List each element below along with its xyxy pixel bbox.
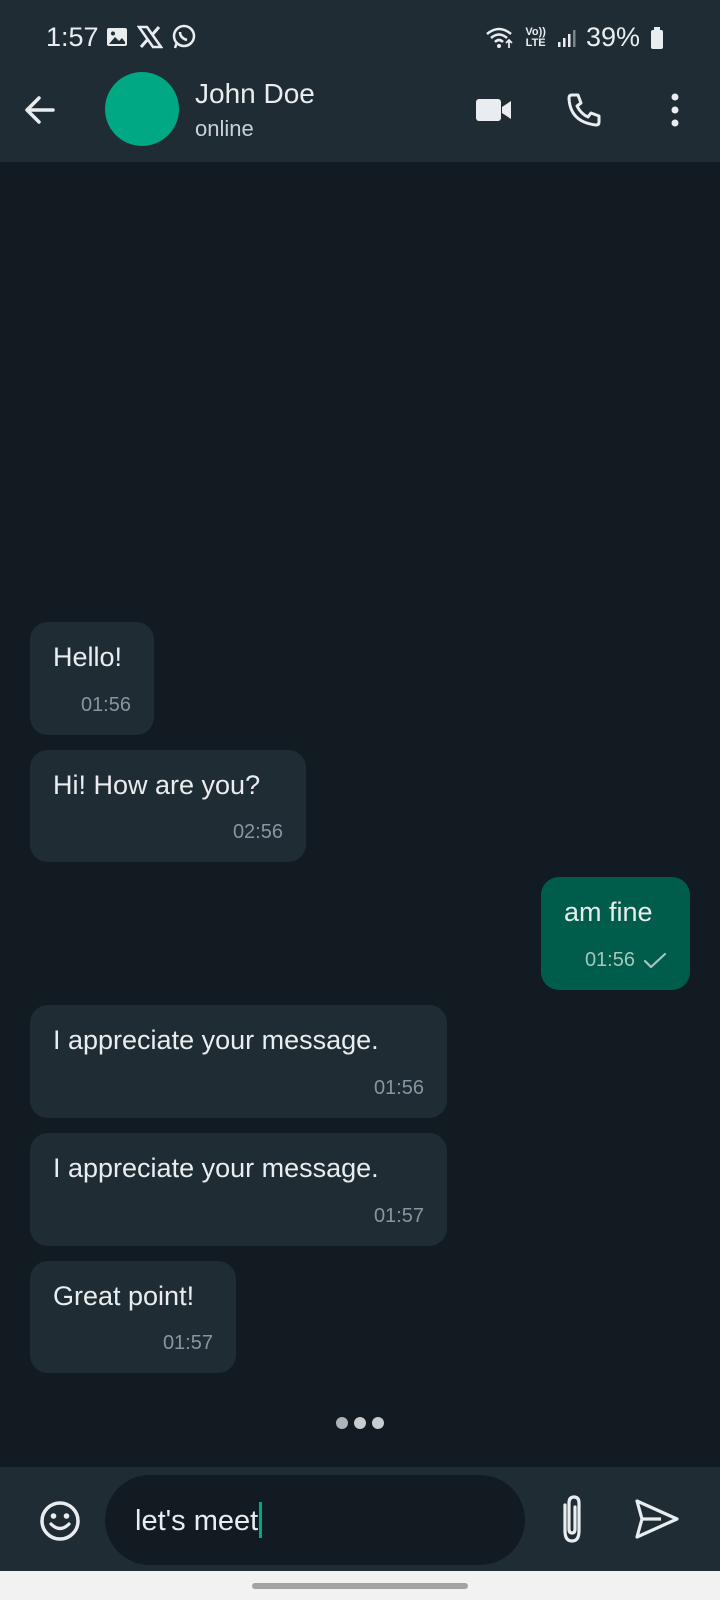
message-meta: 01:56 bbox=[374, 1077, 424, 1100]
typing-indicator bbox=[336, 1417, 384, 1429]
top-bar: 1:57 Vo)) LTE 39% John Doe online bbox=[0, 0, 720, 162]
message-bubble-outgoing[interactable]: am fine 01:56 bbox=[541, 877, 690, 990]
whatsapp-icon bbox=[172, 24, 196, 49]
chat-screen: 1:57 Vo)) LTE 39% John Doe online Hello!… bbox=[0, 0, 720, 1600]
message-time: 02:56 bbox=[232, 821, 283, 843]
contact-status: online bbox=[195, 116, 254, 141]
message-meta: 01:56 bbox=[585, 949, 667, 972]
system-icons: Vo)) LTE 39% bbox=[485, 22, 664, 53]
typing-dot bbox=[336, 1417, 348, 1429]
message-time: 01:57 bbox=[162, 1332, 213, 1354]
message-bubble-incoming[interactable]: I appreciate your message. 01:56 bbox=[30, 1005, 447, 1118]
gallery-icon bbox=[107, 28, 127, 46]
system-navigation-bar bbox=[0, 1571, 720, 1600]
battery-icon bbox=[651, 26, 663, 49]
send-button[interactable] bbox=[633, 1497, 681, 1541]
attach-button[interactable] bbox=[548, 1491, 596, 1547]
message-text: Great point! bbox=[53, 1281, 195, 1311]
message-time: 01:56 bbox=[373, 1077, 424, 1099]
more-vert-icon bbox=[671, 93, 679, 127]
status-bar: 1:57 Vo)) LTE 39% bbox=[0, 0, 720, 78]
message-meta: 01:57 bbox=[374, 1205, 424, 1228]
message-bubble-incoming[interactable]: Great point! 01:57 bbox=[30, 1261, 236, 1373]
message-input[interactable]: let's meet bbox=[105, 1475, 525, 1565]
message-time: 01:57 bbox=[373, 1205, 424, 1227]
voice-call-button[interactable] bbox=[560, 86, 608, 134]
video-call-button[interactable] bbox=[470, 86, 518, 134]
message-text: Hello! bbox=[53, 642, 123, 672]
typing-dot bbox=[354, 1417, 366, 1429]
message-text: Hi! How are you? bbox=[53, 770, 261, 800]
message-meta: 02:56 bbox=[233, 821, 283, 844]
message-meta: 01:56 bbox=[81, 694, 131, 717]
status-time: 1:57 bbox=[46, 22, 99, 52]
message-bubble-incoming[interactable]: Hi! How are you? 02:56 bbox=[30, 750, 306, 862]
message-bubble-incoming[interactable]: I appreciate your message. 01:57 bbox=[30, 1133, 447, 1246]
message-composer: let's meet bbox=[0, 1467, 720, 1571]
text-caret bbox=[259, 1502, 263, 1538]
send-icon bbox=[635, 1499, 679, 1539]
video-call-icon bbox=[476, 99, 511, 121]
message-text: I appreciate your message. bbox=[53, 1153, 379, 1183]
arrow-back-icon bbox=[25, 96, 55, 124]
emoji-icon bbox=[40, 1501, 80, 1541]
typing-dot bbox=[372, 1417, 384, 1429]
message-time: 01:56 bbox=[80, 694, 131, 716]
battery-percent: 39% bbox=[585, 22, 640, 52]
back-button[interactable] bbox=[18, 88, 62, 132]
more-options-button[interactable] bbox=[651, 86, 699, 134]
message-time: 01:56 bbox=[584, 949, 635, 971]
contact-name[interactable]: John Doe bbox=[195, 78, 315, 110]
volte-lte-indicator: Vo)) LTE bbox=[525, 25, 546, 49]
notification-icons bbox=[105, 24, 197, 50]
chat-app-bar: John Doe online bbox=[0, 70, 720, 162]
message-text: I appreciate your message. bbox=[53, 1025, 379, 1055]
message-input-text[interactable]: let's meet bbox=[135, 1502, 263, 1538]
wifi-icon bbox=[486, 27, 514, 48]
message-text: am fine bbox=[564, 897, 653, 927]
message-meta: 01:57 bbox=[163, 1332, 213, 1355]
attach-icon bbox=[563, 1495, 581, 1543]
emoji-button[interactable] bbox=[38, 1499, 82, 1543]
signal-icon bbox=[557, 29, 576, 47]
x-icon bbox=[137, 25, 163, 49]
avatar[interactable] bbox=[105, 72, 179, 146]
single-check-icon bbox=[643, 952, 667, 968]
message-bubble-incoming[interactable]: Hello! 01:56 bbox=[30, 622, 154, 735]
home-gesture-handle[interactable] bbox=[252, 1583, 468, 1589]
phone-icon bbox=[567, 93, 601, 127]
